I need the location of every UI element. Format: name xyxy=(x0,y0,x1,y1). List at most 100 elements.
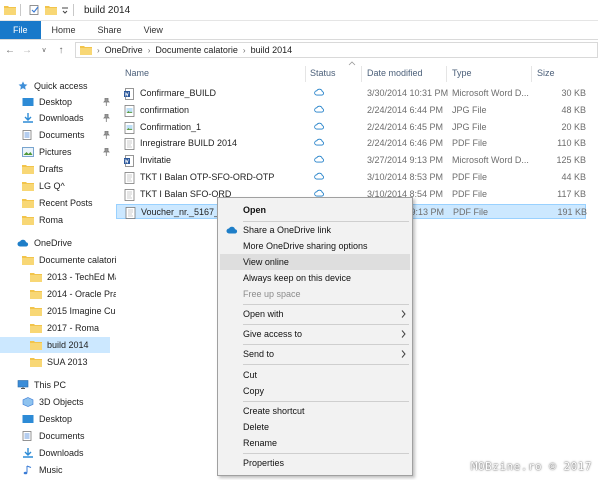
cube-icon xyxy=(22,397,34,407)
nav-this-pc[interactable]: This PC xyxy=(0,377,116,393)
menu-item-open-with[interactable]: Open with xyxy=(220,306,410,322)
nav-item-sua-2013[interactable]: SUA 2013 xyxy=(0,354,116,370)
nav-item-pc-desktop[interactable]: Desktop xyxy=(0,411,116,427)
column-divider[interactable] xyxy=(361,66,362,82)
file-row[interactable]: Invitatie 3/27/2014 9:13 PM Microsoft Word… xyxy=(116,153,586,168)
menu-item-copy[interactable]: Copy xyxy=(220,383,410,399)
breadcrumb-separator-icon[interactable]: › xyxy=(97,46,100,55)
documents-icon xyxy=(22,130,32,140)
nav-item-documents[interactable]: Documents xyxy=(0,127,116,143)
nav-quick-access[interactable]: Quick access xyxy=(0,78,116,94)
nav-item-lg-q[interactable]: LG Q^ xyxy=(0,178,116,194)
folder-icon xyxy=(30,273,42,282)
file-row[interactable]: Confirmation_1 2/24/2014 6:45 PM JPG File 2… xyxy=(116,120,586,135)
cloud-status-icon xyxy=(314,122,324,130)
nav-label: 2017 - Roma xyxy=(47,323,100,333)
menu-item-cut[interactable]: Cut xyxy=(220,367,410,383)
column-header-type[interactable]: Type xyxy=(452,68,472,78)
menu-item-share-link[interactable]: Share a OneDrive link xyxy=(220,222,410,238)
nav-label: Desktop xyxy=(39,414,73,424)
menu-item-create-shortcut[interactable]: Create shortcut xyxy=(220,403,410,419)
pin-icon[interactable] xyxy=(103,148,110,156)
new-folder-icon[interactable] xyxy=(45,5,57,15)
file-row[interactable]: confirmation 2/24/2014 6:44 PM JPG File 48 … xyxy=(116,103,586,118)
breadcrumb-documente-calatorie[interactable]: Documente calatorie xyxy=(155,45,238,55)
up-arrow-icon[interactable]: ↑ xyxy=(54,43,68,57)
nav-item-drafts[interactable]: Drafts xyxy=(0,161,116,177)
file-size: 191 KB xyxy=(557,206,587,217)
nav-item-teched[interactable]: 2013 - TechEd Mad xyxy=(0,269,116,285)
menu-item-always-keep[interactable]: Always keep on this device xyxy=(220,270,410,286)
column-divider[interactable] xyxy=(305,66,306,82)
nav-label: Quick access xyxy=(34,81,88,91)
tab-file[interactable]: File xyxy=(0,21,41,39)
pin-icon[interactable] xyxy=(103,114,110,122)
nav-label: LG Q^ xyxy=(39,181,65,191)
star-icon xyxy=(18,81,28,90)
pin-icon[interactable] xyxy=(103,131,110,139)
nav-item-music[interactable]: Music xyxy=(0,462,116,478)
column-header-status[interactable]: Status xyxy=(310,68,336,78)
nav-label: Documents xyxy=(39,130,85,140)
breadcrumb-build-2014[interactable]: build 2014 xyxy=(251,45,293,55)
file-type: PDF File xyxy=(452,138,488,149)
nav-label: Drafts xyxy=(39,164,64,174)
nav-item-3d-objects[interactable]: 3D Objects xyxy=(0,394,116,410)
recent-locations-chevron-icon[interactable]: ∨ xyxy=(37,43,51,57)
nav-item-imagine-cup[interactable]: 2015 Imagine Cup xyxy=(0,303,116,319)
menu-item-delete[interactable]: Delete xyxy=(220,419,410,435)
back-arrow-icon[interactable]: ← xyxy=(3,43,17,57)
column-header-date[interactable]: Date modified xyxy=(367,68,423,78)
menu-label: Open with xyxy=(243,309,284,319)
menu-item-more-sharing[interactable]: More OneDrive sharing options xyxy=(220,238,410,254)
forward-arrow-icon[interactable]: → xyxy=(20,43,34,57)
nav-item-2017-roma[interactable]: 2017 - Roma xyxy=(0,320,116,336)
file-row[interactable]: Confirmare_BUILD 3/30/2014 10:31 PM Micros… xyxy=(116,86,586,101)
nav-item-recent-posts[interactable]: Recent Posts xyxy=(0,195,116,211)
column-divider[interactable] xyxy=(531,66,532,82)
menu-item-view-online[interactable]: View online xyxy=(220,254,410,270)
tab-view[interactable]: View xyxy=(133,21,174,39)
nav-item-roma[interactable]: Roma xyxy=(0,212,116,228)
menu-item-open[interactable]: Open xyxy=(220,202,410,218)
file-row[interactable]: TKT I Balan OTP-SFO-ORD-OTP 3/10/2014 8:5… xyxy=(116,170,586,185)
file-size: 20 KB xyxy=(561,121,586,132)
pictures-icon xyxy=(22,147,34,157)
pin-icon[interactable] xyxy=(103,98,110,106)
file-date: 3/27/2014 9:13 PM xyxy=(367,155,444,166)
menu-item-rename[interactable]: Rename xyxy=(220,435,410,451)
onedrive-cloud-icon xyxy=(226,226,238,234)
breadcrumb-separator-icon[interactable]: › xyxy=(243,46,246,55)
file-type: Microsoft Word D... xyxy=(452,88,529,98)
menu-item-give-access[interactable]: Give access to xyxy=(220,326,410,342)
breadcrumb-onedrive[interactable]: OneDrive xyxy=(105,45,143,55)
menu-item-send-to[interactable]: Send to xyxy=(220,346,410,362)
file-row[interactable]: Inregistrare BUILD 2014 2/24/2014 6:46 PM… xyxy=(116,136,586,151)
menu-item-properties[interactable]: Properties xyxy=(220,455,410,471)
column-divider[interactable] xyxy=(446,66,447,82)
nav-item-desktop[interactable]: Desktop xyxy=(0,94,116,110)
nav-item-build-2014[interactable]: build 2014 xyxy=(0,337,110,353)
nav-item-pc-downloads[interactable]: Downloads xyxy=(0,445,116,461)
menu-separator xyxy=(243,364,409,365)
tab-home[interactable]: Home xyxy=(41,21,87,39)
column-header-size[interactable]: Size xyxy=(537,68,555,78)
column-headers: Name Status Date modified Type Size xyxy=(116,60,598,84)
nav-item-documente-calatorie[interactable]: Documente calatori xyxy=(0,252,116,268)
nav-item-pictures[interactable]: Pictures xyxy=(0,144,116,160)
file-size: 110 KB xyxy=(557,138,586,149)
file-name: confirmation xyxy=(140,104,190,115)
nav-item-pc-documents[interactable]: Documents xyxy=(0,428,116,444)
cloud-status-icon xyxy=(314,189,324,197)
address-bar[interactable]: › OneDrive › Documente calatorie › build… xyxy=(75,42,598,58)
nav-item-downloads[interactable]: Downloads xyxy=(0,110,116,126)
menu-separator xyxy=(243,453,409,454)
customize-toolbar-icon[interactable] xyxy=(61,5,69,15)
properties-icon[interactable] xyxy=(29,5,41,15)
nav-onedrive[interactable]: OneDrive xyxy=(0,235,116,251)
tab-share[interactable]: Share xyxy=(87,21,133,39)
column-header-name[interactable]: Name xyxy=(125,68,149,78)
submenu-arrow-icon xyxy=(401,330,406,338)
breadcrumb-separator-icon[interactable]: › xyxy=(148,46,151,55)
nav-item-oracle[interactable]: 2014 - Oracle Prag xyxy=(0,286,116,302)
